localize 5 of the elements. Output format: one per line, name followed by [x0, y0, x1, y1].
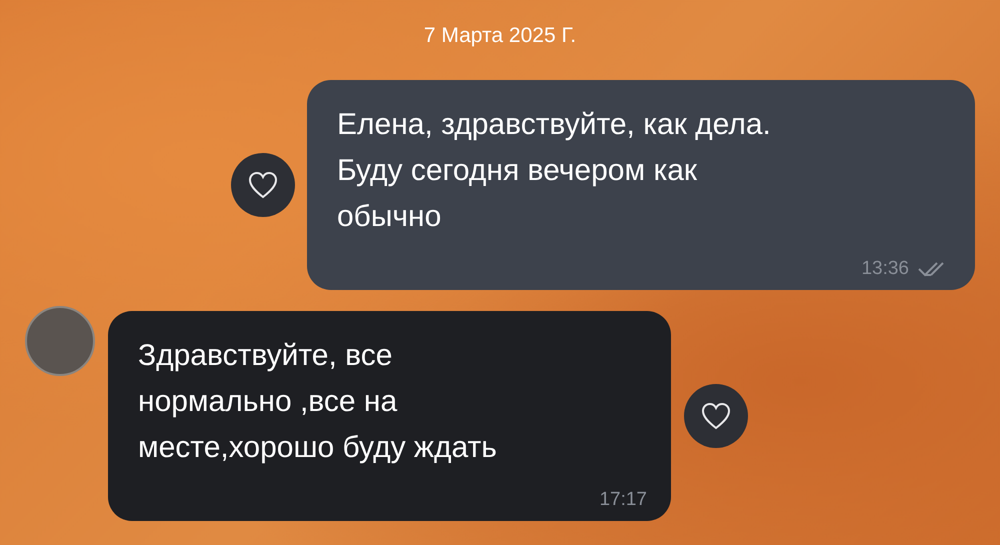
message-time: 17:17	[599, 489, 647, 511]
date-separator: 7 Марта 2025 Г.	[424, 23, 576, 49]
message-time: 13:36	[861, 258, 909, 280]
message-text: Здравствуйте, все нормально ,все на месте,хорошо буду ждать	[138, 338, 498, 466]
message-text: Елена, здравствуйте, как дела. Буду сегодня вечером как обычно	[337, 107, 772, 235]
